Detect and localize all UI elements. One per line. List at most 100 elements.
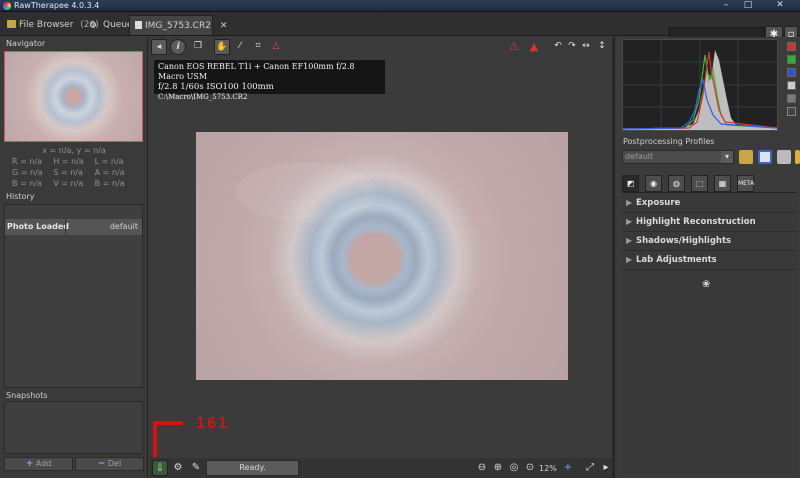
profile-select[interactable]: default ▾ [622, 150, 734, 164]
save-image-button[interactable]: ⇩ [152, 460, 168, 476]
tab-editor[interactable]: IMG_5753.CR2 ✕ [129, 15, 227, 35]
histogram-blue-toggle[interactable] [787, 68, 796, 77]
save-image-icon: ⇩ [155, 463, 165, 474]
zoom-in-button[interactable]: ⊕ [490, 460, 506, 476]
detail-icon: ◉ [650, 179, 657, 188]
title-bar: RawTherapee 4.0.3.4 – □ ✕ [0, 0, 800, 12]
zoom-level: 12% [539, 464, 557, 473]
tab-transform[interactable]: ⬚ [691, 175, 708, 192]
flip-vertical-button[interactable]: ↕ [594, 39, 610, 55]
histogram-plot [622, 40, 778, 130]
expander-icon: ▶ [626, 236, 633, 245]
window-title: RawTherapee 4.0.3.4 [14, 1, 100, 10]
hand-tool-button[interactable]: ✋ [214, 39, 230, 55]
section-shadows-highlights[interactable]: ▶ Shadows/Highlights [622, 232, 797, 251]
hide-left-panel-button[interactable]: ◂ [151, 39, 167, 55]
hide-right-panel-button[interactable]: ▸ [598, 460, 614, 476]
copy-profile-button[interactable] [777, 150, 791, 164]
exif-shooting-params: f/2.8 1/60s ISO100 100mm [158, 82, 274, 92]
ornament-icon: ❀ [702, 279, 711, 290]
zoom-fit-button[interactable]: ◎ [506, 460, 522, 476]
maximize-button[interactable]: □ [738, 0, 758, 12]
tab-exposure[interactable]: ◩ [622, 175, 639, 192]
exif-overlay: Canon EOS REBEL T1i + Canon EF100mm f/2.… [154, 60, 385, 101]
nav-lab-b: B = n/a [94, 179, 125, 188]
histogram-raw-toggle[interactable] [787, 94, 796, 103]
add-snapshot-label: Add [35, 459, 52, 468]
tab-color[interactable]: ◍ [668, 175, 685, 192]
hand-icon: ✋ [216, 42, 228, 52]
send-to-queue-button[interactable]: ⚙ [170, 460, 186, 476]
expander-icon: ▶ [626, 255, 633, 264]
image-highlight [236, 162, 376, 222]
edit-external-icon: ✎ [191, 462, 201, 473]
straighten-tool-button[interactable]: △ [268, 39, 284, 55]
paste-profile-button[interactable] [795, 150, 800, 164]
navigator-title: Navigator [6, 39, 46, 48]
section-exposure-label: Exposure [636, 198, 681, 208]
zoom-100-button[interactable]: ⊙ [522, 460, 538, 476]
metadata-icon: META [738, 180, 755, 187]
tool-tabs-divider [622, 192, 797, 193]
zoom-out-button[interactable]: ⊖ [474, 460, 490, 476]
tab-detail[interactable]: ◉ [645, 175, 662, 192]
editor-toolbar: ◂ i ❐ ✋ ⁄ ⌗ △ ⚠ ▲ ↶ ↷ ↔ ↕ [150, 37, 612, 57]
minimize-button[interactable]: – [716, 0, 736, 12]
navigator-coords: x = n/a, y = n/a [42, 146, 106, 155]
plus-icon: + [25, 459, 34, 469]
shadow-warning-button[interactable]: ▲ [526, 39, 542, 55]
new-detail-window-button[interactable]: + [560, 460, 576, 476]
snapshots-list[interactable] [4, 401, 143, 454]
info-button[interactable]: i [170, 39, 186, 55]
fit-window-button[interactable]: ⤢ [582, 460, 598, 476]
section-exposure[interactable]: ▶ Exposure [622, 194, 797, 213]
before-after-button[interactable]: ❐ [190, 39, 206, 55]
load-profile-button[interactable] [739, 150, 753, 164]
navigator-values: R = n/a H = n/a L = n/a G = n/a S = n/a … [12, 157, 136, 189]
history-row[interactable]: Photo Loaded default [5, 219, 142, 235]
zoom-in-icon: ⊕ [493, 462, 503, 473]
transform-icon: ⬚ [695, 179, 704, 188]
histogram [622, 39, 778, 131]
tab-metadata[interactable]: META [737, 175, 754, 192]
history-list[interactable]: Photo Loaded default [4, 204, 143, 388]
nav-g: G = n/a [12, 168, 43, 177]
delete-snapshot-label: Del [107, 459, 122, 468]
flip-vertical-icon: ↕ [598, 41, 606, 51]
close-tab-icon[interactable]: ✕ [220, 21, 228, 31]
add-snapshot-button[interactable]: + Add [4, 457, 73, 471]
left-panel: Navigator x = n/a, y = n/a R = n/a H = n… [0, 37, 148, 478]
section-lab-adjustments[interactable]: ▶ Lab Adjustments [622, 251, 797, 270]
crop-tool-button[interactable]: ⌗ [250, 39, 266, 55]
histogram-red-toggle[interactable] [787, 42, 796, 51]
image-preview[interactable] [196, 132, 568, 380]
section-highlight-reconstruction[interactable]: ▶ Highlight Reconstruction [622, 213, 797, 232]
navigator-thumbnail[interactable] [4, 51, 143, 142]
straighten-icon: △ [272, 41, 280, 51]
warning-dark-icon: ▲ [529, 40, 539, 53]
white-balance-tool-button[interactable]: ⁄ [232, 39, 248, 55]
delete-snapshot-button[interactable]: − Del [75, 457, 144, 471]
image-file-icon [135, 21, 142, 29]
histogram-green-toggle[interactable] [787, 55, 796, 64]
tab-raw[interactable]: ▦ [714, 175, 731, 192]
before-after-icon: ❐ [193, 41, 203, 51]
nav-s: S = n/a [53, 168, 83, 177]
flip-horizontal-icon: ↔ [582, 41, 590, 51]
editor-status-bar: ⇩ ⚙ ✎ Ready. ⊖ ⊕ ◎ ⊙ 12% + ⤢ ▸ [150, 458, 612, 478]
history-row-name: Photo Loaded [7, 222, 70, 231]
red-annotation-text: 161 [196, 414, 230, 432]
progress-status: Ready. [206, 460, 299, 476]
nav-v: V = n/a [53, 179, 84, 188]
collapse-right-icon: ▸ [603, 462, 609, 473]
flip-horizontal-button[interactable]: ↔ [578, 39, 594, 55]
close-window-button[interactable]: ✕ [762, 0, 798, 12]
histogram-bar-toggle[interactable] [787, 107, 796, 116]
highlight-warning-button[interactable]: ⚠ [506, 39, 522, 55]
histogram-luminance-toggle[interactable] [787, 81, 796, 90]
nav-l: L = n/a [94, 157, 124, 166]
crop-icon: ⌗ [255, 41, 261, 51]
tool-panel: ▶ Exposure ▶ Highlight Reconstruction ▶ Sha… [622, 194, 797, 474]
save-profile-button[interactable] [758, 150, 772, 164]
external-editor-button[interactable]: ✎ [188, 460, 204, 476]
